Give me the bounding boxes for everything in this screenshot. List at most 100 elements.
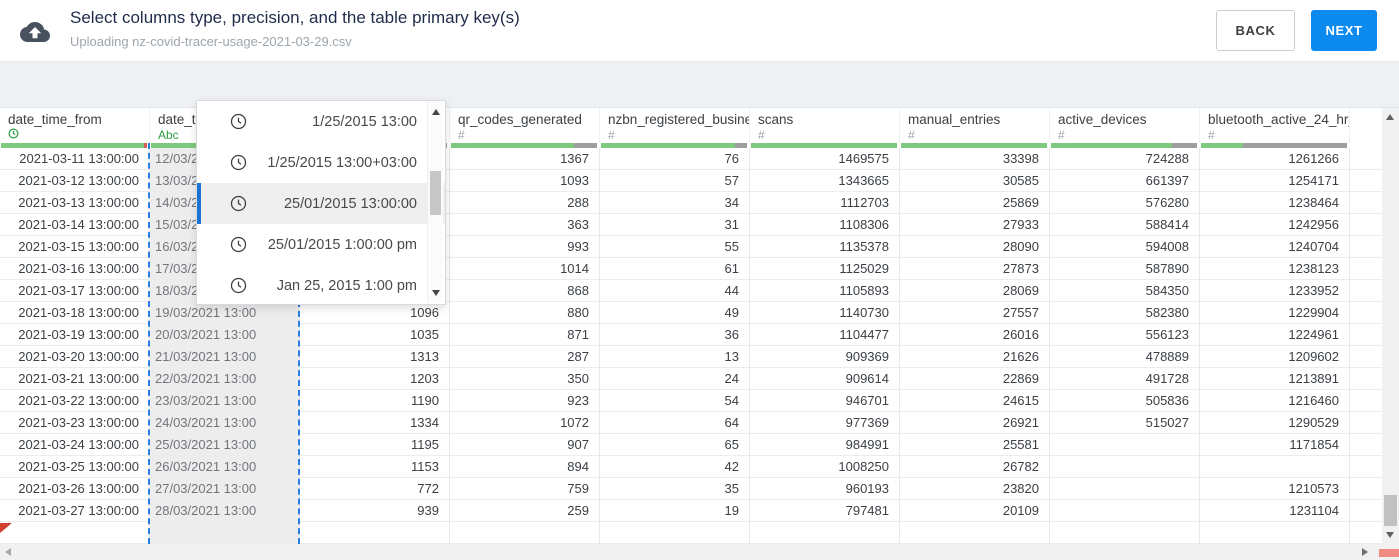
table-cell: 65	[600, 434, 750, 455]
next-button[interactable]: NEXT	[1311, 10, 1377, 51]
scroll-right-icon[interactable]	[1362, 548, 1368, 556]
column-name: date_time_from	[8, 112, 102, 127]
table-cell: 1233952	[1200, 280, 1350, 301]
table-cell	[300, 522, 450, 543]
table-row: 2021-03-26 13:00:00 27/03/2021 13:00 772 75…	[0, 478, 1382, 500]
cloud-upload-icon	[20, 17, 50, 47]
dropdown-scrollbar[interactable]	[427, 102, 443, 303]
row-filler	[1350, 280, 1382, 301]
dropdown-scroll-thumb[interactable]	[430, 171, 441, 215]
table-cell: 1190	[300, 390, 450, 411]
scroll-up-icon[interactable]	[432, 109, 440, 115]
table-cell: 1112703	[750, 192, 900, 213]
clock-icon	[230, 236, 247, 253]
table-cell: 1210573	[1200, 478, 1350, 499]
row-filler	[1350, 456, 1382, 477]
table-cell: 1238464	[1200, 192, 1350, 213]
table-cell: 64	[600, 412, 750, 433]
table-cell: 2021-03-26 13:00:00	[0, 478, 150, 499]
table-cell: 946701	[750, 390, 900, 411]
table-cell: 724288	[1050, 148, 1200, 169]
wizard-header: Select columns type, precision, and the …	[0, 0, 1399, 62]
scroll-up-icon[interactable]	[1386, 114, 1394, 120]
table-cell	[1200, 522, 1350, 543]
table-cell: 1072	[450, 412, 600, 433]
table-cell: 21/03/2021 13:00	[150, 346, 300, 367]
table-cell: 772	[300, 478, 450, 499]
table-cell: 1125029	[750, 258, 900, 279]
row-filler	[1350, 214, 1382, 235]
dropdown-option[interactable]: 25/01/2015 1:00:00 pm	[197, 224, 445, 265]
table-cell: 36	[600, 324, 750, 345]
column-header[interactable]: scans #	[750, 108, 900, 143]
overflow-marker-icon	[0, 523, 12, 533]
table-cell: 22/03/2021 13:00	[150, 368, 300, 389]
dropdown-option-label: 25/01/2015 1:00:00 pm	[267, 236, 417, 253]
column-name: qr_codes_generated	[458, 112, 582, 127]
table-cell: 759	[450, 478, 600, 499]
dropdown-option[interactable]: 1/25/2015 13:00+03:00	[197, 142, 445, 183]
dropdown-option[interactable]: 1/25/2015 13:00	[197, 101, 445, 142]
table-cell: 55	[600, 236, 750, 257]
row-filler	[1350, 368, 1382, 389]
table-cell	[450, 522, 600, 543]
table-cell: 2021-03-16 13:00:00	[0, 258, 150, 279]
table-row: 2021-03-19 13:00:00 20/03/2021 13:00 1035 8…	[0, 324, 1382, 346]
table-cell: 2021-03-13 13:00:00	[0, 192, 150, 213]
table-cell: 505836	[1050, 390, 1200, 411]
table-cell: 1367	[450, 148, 600, 169]
table-cell: 1008250	[750, 456, 900, 477]
table-cell: 259	[450, 500, 600, 521]
row-filler	[1350, 346, 1382, 367]
table-cell: 582380	[1050, 302, 1200, 323]
table-cell: 491728	[1050, 368, 1200, 389]
row-filler	[1350, 522, 1382, 543]
table-cell: 515027	[1050, 412, 1200, 433]
table-cell: 588414	[1050, 214, 1200, 235]
column-header[interactable]: manual_entries #	[900, 108, 1050, 143]
horizontal-scrollbar[interactable]	[0, 544, 1382, 560]
table-cell	[150, 522, 300, 543]
clock-icon	[230, 154, 247, 171]
scroll-down-icon[interactable]	[1386, 532, 1394, 538]
back-button[interactable]: BACK	[1216, 10, 1295, 51]
table-cell: 909369	[750, 346, 900, 367]
table-cell: 907	[450, 434, 600, 455]
table-cell: 26921	[900, 412, 1050, 433]
table-cell: 977369	[750, 412, 900, 433]
table-cell: 1035	[300, 324, 450, 345]
column-header[interactable]: qr_codes_generated #	[450, 108, 600, 143]
column-name: manual_entries	[908, 112, 1001, 127]
table-cell	[1050, 456, 1200, 477]
row-filler	[1350, 324, 1382, 345]
column-name: scans	[758, 112, 794, 127]
column-header[interactable]: date_time_from	[0, 108, 150, 143]
table-cell: 661397	[1050, 170, 1200, 191]
vertical-scrollbar[interactable]	[1382, 108, 1399, 544]
dropdown-option[interactable]: Jan 25, 2015 1:00 pm	[197, 265, 445, 306]
scroll-left-icon[interactable]	[5, 548, 11, 556]
table-cell: 2021-03-22 13:00:00	[0, 390, 150, 411]
column-header[interactable]: nzbn_registered_busine #	[600, 108, 750, 143]
column-header[interactable]: active_devices #	[1050, 108, 1200, 143]
column-header[interactable]: bluetooth_active_24_hr_ #	[1200, 108, 1350, 143]
table-row: 2021-03-22 13:00:00 23/03/2021 13:00 1190 9…	[0, 390, 1382, 412]
table-cell: 13	[600, 346, 750, 367]
upload-filename: Uploading nz-covid-tracer-usage-2021-03-…	[70, 34, 352, 49]
table-cell: 1242956	[1200, 214, 1350, 235]
table-cell: 2021-03-21 13:00:00	[0, 368, 150, 389]
table-cell: 25869	[900, 192, 1050, 213]
number-type-label: #	[458, 128, 465, 142]
vertical-scroll-thumb[interactable]	[1384, 495, 1397, 526]
table-cell: 1203	[300, 368, 450, 389]
column-name: bluetooth_active_24_hr_	[1208, 112, 1350, 127]
table-cell: 21626	[900, 346, 1050, 367]
number-type-label: #	[1208, 128, 1215, 142]
table-cell: 1209602	[1200, 346, 1350, 367]
scroll-down-icon[interactable]	[432, 290, 440, 296]
table-cell: 2021-03-27 13:00:00	[0, 500, 150, 521]
selected-column-outline-left	[148, 143, 150, 544]
table-cell: 33398	[900, 148, 1050, 169]
table-cell: 1343665	[750, 170, 900, 191]
dropdown-option[interactable]: 25/01/2015 13:00:00	[197, 183, 445, 224]
